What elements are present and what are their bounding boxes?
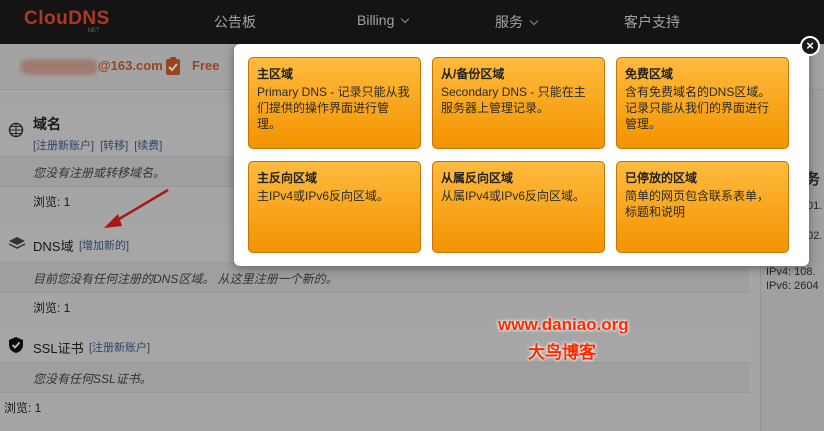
watermark-name: 大鸟博客 (528, 343, 596, 362)
card-master-reverse-zone[interactable]: 主反向区域 主IPv4或IPv6反向区域。 (248, 161, 421, 253)
card-slave-zone[interactable]: 从/备份区域 Secondary DNS - 只能在主服务器上管理记录。 (432, 57, 605, 149)
watermark-url: www.daniao.org (498, 315, 629, 334)
card-free-zone[interactable]: 免费区域 含有免费域名的DNS区域。记录只能从我们的界面进行管理。 (616, 57, 789, 149)
card-master-zone[interactable]: 主区域 Primary DNS - 记录只能从我们提供的操作界面进行管理。 (248, 57, 421, 149)
close-icon[interactable]: × (800, 36, 820, 56)
card-slave-reverse-zone[interactable]: 从属反向区域 从属IPv4或IPv6反向区域。 (432, 161, 605, 253)
zone-type-modal: 主区域 Primary DNS - 记录只能从我们提供的操作界面进行管理。 从/… (234, 44, 809, 266)
card-parked-zone[interactable]: 已停放的区域 简单的网页包含联系表单，标题和说明 (616, 161, 789, 253)
